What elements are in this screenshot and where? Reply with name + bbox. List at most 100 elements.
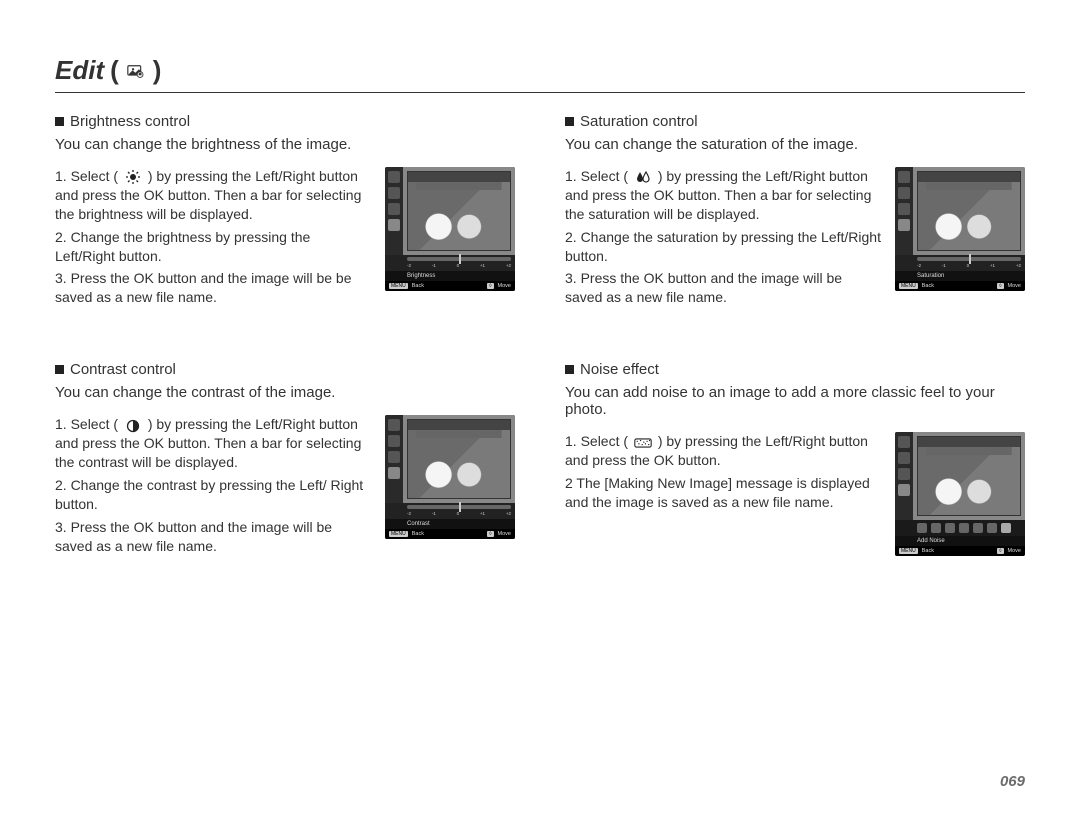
side-icon	[388, 187, 400, 199]
section-steps: 1. Select ( ) by pressing the Left/Right…	[565, 167, 883, 311]
square-bullet-icon	[565, 117, 574, 126]
side-icon	[898, 203, 910, 215]
back-label: Back	[412, 531, 424, 537]
screen-mode-label: Add Noise	[895, 536, 1025, 546]
side-icon	[898, 468, 910, 480]
step1-pre: 1. Select (	[565, 433, 628, 449]
section-intro: You can add noise to an image to add a m…	[565, 384, 1025, 418]
side-icon	[388, 219, 400, 231]
camera-screen-saturation: -2 -1 0 +1 +2 Saturation MENU Back	[895, 167, 1025, 291]
move-label: Move	[498, 531, 511, 537]
side-icon	[898, 484, 910, 496]
move-tag: ◊	[997, 283, 1003, 289]
manual-page: Edit ( ) Brightness control You can chan…	[0, 0, 1080, 815]
tick: -1	[432, 263, 436, 268]
back-tag: MENU	[389, 531, 408, 537]
screen-mode-label: Contrast	[385, 519, 515, 529]
content-columns: Brightness control You can change the br…	[55, 113, 1025, 609]
section-steps: 1. Select (	[565, 432, 883, 516]
section-heading: Contrast control	[55, 361, 515, 378]
tick: -1	[942, 263, 946, 268]
step2: 2. Change the brightness by pressing the…	[55, 228, 373, 266]
step2: 2. Change the contrast by pressing the L…	[55, 476, 373, 514]
tick: +1	[480, 263, 485, 268]
tick: +1	[990, 263, 995, 268]
back-tag: MENU	[899, 283, 918, 289]
side-icon	[388, 451, 400, 463]
paren-close: )	[153, 55, 162, 86]
tick: -2	[407, 263, 411, 268]
sample-photo	[407, 171, 511, 251]
sample-photo	[917, 436, 1021, 516]
saturation-icon	[634, 170, 652, 184]
tick: +1	[480, 511, 485, 516]
row-icon	[931, 523, 941, 533]
paren-open: (	[110, 55, 119, 86]
tick: -1	[432, 511, 436, 516]
step3: 3. Press the OK button and the image wil…	[55, 518, 373, 556]
tick: -2	[917, 263, 921, 268]
page-title: Edit ( )	[55, 55, 1025, 93]
side-icon	[388, 171, 400, 183]
row-icon	[973, 523, 983, 533]
move-label: Move	[498, 283, 511, 289]
row-icon	[945, 523, 955, 533]
back-label: Back	[412, 283, 424, 289]
side-icon	[898, 436, 910, 448]
step2: 2. Change the saturation by pressing the…	[565, 228, 883, 266]
side-icon	[388, 203, 400, 215]
back-tag: MENU	[899, 548, 918, 554]
camera-screen-noise: Add Noise MENU Back ◊ Move	[895, 432, 1025, 556]
back-label: Back	[922, 283, 934, 289]
side-icon	[898, 187, 910, 199]
step2: 2 The [Making New Image] message is disp…	[565, 474, 883, 512]
move-label: Move	[1008, 548, 1021, 554]
step1-pre: 1. Select (	[55, 416, 118, 432]
section-intro: You can change the saturation of the ima…	[565, 136, 1025, 153]
step1-pre: 1. Select (	[55, 168, 118, 184]
section-title-text: Brightness control	[70, 113, 190, 130]
section-contrast: Contrast control You can change the cont…	[55, 361, 515, 559]
contrast-icon	[124, 419, 142, 433]
slider-track	[917, 257, 1021, 261]
section-steps: 1. Select ( ) by	[55, 167, 373, 311]
side-icon	[388, 419, 400, 431]
tick: +2	[506, 263, 511, 268]
section-steps: 1. Select ( ) by pressing the Left/Right…	[55, 415, 373, 559]
step1-pre: 1. Select (	[565, 168, 628, 184]
move-tag: ◊	[997, 548, 1003, 554]
square-bullet-icon	[55, 365, 64, 374]
side-icon	[898, 219, 910, 231]
row-icon	[917, 523, 927, 533]
move-tag: ◊	[487, 531, 493, 537]
slider-track	[407, 505, 511, 509]
section-heading: Saturation control	[565, 113, 1025, 130]
section-noise: Noise effect You can add noise to an ima…	[565, 361, 1025, 556]
step3: 3. Press the OK button and the image wil…	[565, 269, 883, 307]
section-title-text: Contrast control	[70, 361, 176, 378]
move-tag: ◊	[487, 283, 493, 289]
back-label: Back	[922, 548, 934, 554]
square-bullet-icon	[55, 117, 64, 126]
column-right: Saturation control You can change the sa…	[565, 113, 1025, 609]
step3: 3. Press the OK button and the image wil…	[55, 269, 373, 307]
page-number: 069	[1000, 773, 1025, 790]
brightness-icon	[124, 170, 142, 184]
section-heading: Brightness control	[55, 113, 515, 130]
effect-icon-row	[895, 520, 1025, 536]
section-saturation: Saturation control You can change the sa…	[565, 113, 1025, 311]
camera-screen-contrast: -2 -1 0 +1 +2 Contrast MENU Back	[385, 415, 515, 539]
move-label: Move	[1008, 283, 1021, 289]
section-title-text: Saturation control	[580, 113, 698, 130]
side-icon	[898, 452, 910, 464]
tick: +2	[506, 511, 511, 516]
sample-photo	[917, 171, 1021, 251]
row-icon	[959, 523, 969, 533]
screen-mode-label: Brightness	[385, 271, 515, 281]
column-left: Brightness control You can change the br…	[55, 113, 515, 609]
noise-icon	[634, 436, 652, 450]
title-text: Edit	[55, 55, 104, 86]
slider-track	[407, 257, 511, 261]
screen-mode-label: Saturation	[895, 271, 1025, 281]
section-intro: You can change the contrast of the image…	[55, 384, 515, 401]
